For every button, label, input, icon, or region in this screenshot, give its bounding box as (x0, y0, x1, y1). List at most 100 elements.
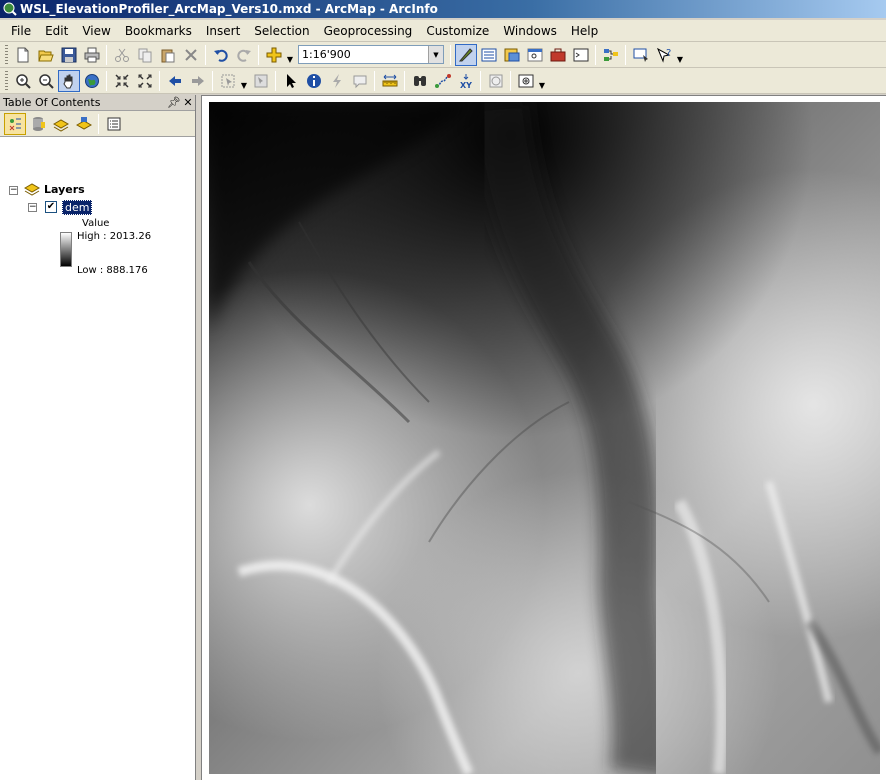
dem-collapse-toggle[interactable]: − (28, 203, 37, 212)
toolbar-grip[interactable] (5, 70, 8, 91)
chevron-down-icon[interactable]: ▼ (428, 46, 443, 63)
python-button[interactable] (570, 44, 592, 66)
copy-button[interactable] (134, 44, 156, 66)
dem-raster-image[interactable] (209, 102, 880, 774)
menu-file[interactable]: File (4, 20, 38, 42)
toolbar-options-dropdown[interactable]: ▼ (675, 44, 685, 66)
new-document-button[interactable] (12, 44, 34, 66)
add-data-button[interactable] (263, 44, 285, 66)
editor-toolbar-button[interactable] (454, 43, 477, 66)
delete-icon (184, 48, 197, 61)
menu-windows[interactable]: Windows (496, 20, 564, 42)
menu-geoprocessing[interactable]: Geoprocessing (317, 20, 420, 42)
select-features-dropdown[interactable]: ▼ (239, 70, 249, 92)
list-by-visibility-button[interactable] (50, 113, 72, 135)
hyperlink-icon (332, 73, 341, 88)
full-extent-button[interactable] (81, 70, 103, 92)
menu-help[interactable]: Help (564, 20, 605, 42)
map-scale-combo[interactable]: 1:16'900 ▼ (298, 45, 444, 64)
svg-text:XY: XY (460, 81, 472, 89)
map-scale-value[interactable]: 1:16'900 (299, 48, 428, 61)
editor-toolbar-icon (458, 47, 473, 61)
print-icon (84, 47, 99, 62)
legend-high-label: High : 2013.26 (77, 231, 152, 242)
whats-this-button[interactable] (630, 44, 652, 66)
help-button[interactable]: ? (653, 44, 675, 66)
map-view[interactable] (201, 95, 886, 780)
pin-icon[interactable]: 📌︎ (167, 96, 181, 109)
close-icon[interactable]: ✕ (181, 96, 195, 109)
toolbar-separator (258, 44, 259, 65)
open-button[interactable] (35, 44, 57, 66)
menu-bookmarks[interactable]: Bookmarks (118, 20, 199, 42)
zoom-out-icon (38, 73, 54, 89)
html-popup-button[interactable] (349, 70, 371, 92)
redo-button[interactable] (233, 44, 255, 66)
dem-visibility-checkbox[interactable]: ✔ (45, 201, 57, 213)
create-viewer-button[interactable] (515, 70, 537, 92)
cut-button[interactable] (111, 44, 133, 66)
hyperlink-button[interactable] (326, 70, 348, 92)
layers-collapse-toggle[interactable]: − (9, 186, 18, 195)
save-button[interactable] (58, 44, 80, 66)
list-by-source-button[interactable] (27, 113, 49, 135)
time-slider-button[interactable] (485, 70, 507, 92)
search-button[interactable] (524, 44, 546, 66)
forward-button[interactable] (187, 70, 209, 92)
toolbar-options-dropdown[interactable]: ▼ (537, 70, 547, 92)
go-to-xy-icon: XY (460, 73, 472, 89)
toc-header: Table Of Contents 📌︎ ✕ (0, 95, 195, 111)
undo-button[interactable] (210, 44, 232, 66)
zoom-out-button[interactable] (35, 70, 57, 92)
dem-raster-svg (209, 102, 880, 774)
fixed-zoom-in-button[interactable] (111, 70, 133, 92)
toc-options-button[interactable] (103, 113, 125, 135)
find-icon (413, 75, 426, 86)
menu-insert[interactable]: Insert (199, 20, 247, 42)
toolbar-separator (159, 70, 160, 91)
table-of-contents-panel: Table Of Contents 📌︎ ✕ − Layers − ✔ dem … (0, 95, 196, 780)
toolbar-grip[interactable] (5, 44, 8, 65)
menu-edit[interactable]: Edit (38, 20, 75, 42)
cut-icon (114, 48, 129, 62)
menu-customize[interactable]: Customize (419, 20, 496, 42)
list-by-drawing-order-button[interactable] (3, 112, 26, 135)
data-frame-icon (24, 183, 40, 196)
toolbar-separator (98, 113, 99, 134)
toolbar-separator (106, 70, 107, 91)
go-to-xy-button[interactable]: XY (455, 70, 477, 92)
print-button[interactable] (81, 44, 103, 66)
identify-button[interactable] (303, 70, 325, 92)
html-popup-icon (353, 75, 366, 88)
model-builder-button[interactable] (600, 44, 622, 66)
arcmap-app-icon (3, 2, 17, 16)
find-route-button[interactable] (432, 70, 454, 92)
toolbar-separator (404, 70, 405, 91)
clear-selection-button[interactable] (250, 70, 272, 92)
menu-view[interactable]: View (75, 20, 117, 42)
select-features-button[interactable] (217, 70, 239, 92)
measure-button[interactable] (379, 70, 401, 92)
back-button[interactable] (164, 70, 186, 92)
options-icon (107, 117, 120, 130)
table-of-contents-button[interactable] (478, 44, 500, 66)
select-elements-button[interactable] (280, 70, 302, 92)
list-by-selection-button[interactable] (73, 113, 95, 135)
pan-button[interactable] (57, 69, 80, 92)
arctoolbox-button[interactable] (547, 44, 569, 66)
forward-icon (191, 75, 204, 86)
delete-button[interactable] (180, 44, 202, 66)
add-data-dropdown[interactable]: ▼ (285, 44, 295, 66)
measure-icon (382, 74, 397, 86)
find-button[interactable] (409, 70, 431, 92)
clear-selection-icon (254, 74, 267, 87)
legend-color-ramp[interactable] (60, 232, 72, 267)
zoom-in-button[interactable] (12, 70, 34, 92)
paste-button[interactable] (157, 44, 179, 66)
data-frame-label[interactable]: Layers (44, 183, 85, 196)
fixed-zoom-out-button[interactable] (134, 70, 156, 92)
toolbar-separator (450, 44, 451, 65)
layer-name-dem[interactable]: dem (62, 200, 93, 215)
catalog-button[interactable] (501, 44, 523, 66)
menu-selection[interactable]: Selection (247, 20, 316, 42)
